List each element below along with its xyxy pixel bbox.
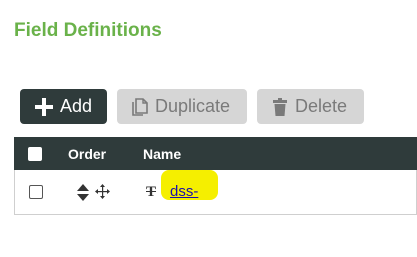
add-button[interactable]: Add [20,89,107,124]
delete-button-label: Delete [295,96,348,116]
column-header-order[interactable]: Order [68,146,106,162]
trash-icon [273,97,287,116]
duplicate-button-label: Duplicate [155,96,231,116]
field-name-link[interactable]: dss- [170,183,198,200]
move-icon[interactable] [95,184,110,199]
add-button-label: Add [60,96,93,116]
text-type-icon: T [146,184,157,200]
column-header-name[interactable]: Name [143,146,181,162]
page-title: Field Definitions [14,20,162,41]
table-row: T dss- [14,170,417,215]
field-table: Order Name T dss- [14,137,417,215]
copy-icon [132,97,148,116]
sort-icon[interactable] [77,184,89,201]
table-header: Order Name [14,137,417,170]
toolbar: Add Duplicate Delete [20,89,364,124]
field-definitions-page: Field Definitions Add Duplicate Delete O… [0,0,417,257]
plus-icon [35,97,53,116]
row-checkbox[interactable] [29,185,43,199]
select-all-checkbox[interactable] [28,146,42,161]
delete-button[interactable]: Delete [257,89,364,124]
duplicate-button[interactable]: Duplicate [117,89,247,124]
